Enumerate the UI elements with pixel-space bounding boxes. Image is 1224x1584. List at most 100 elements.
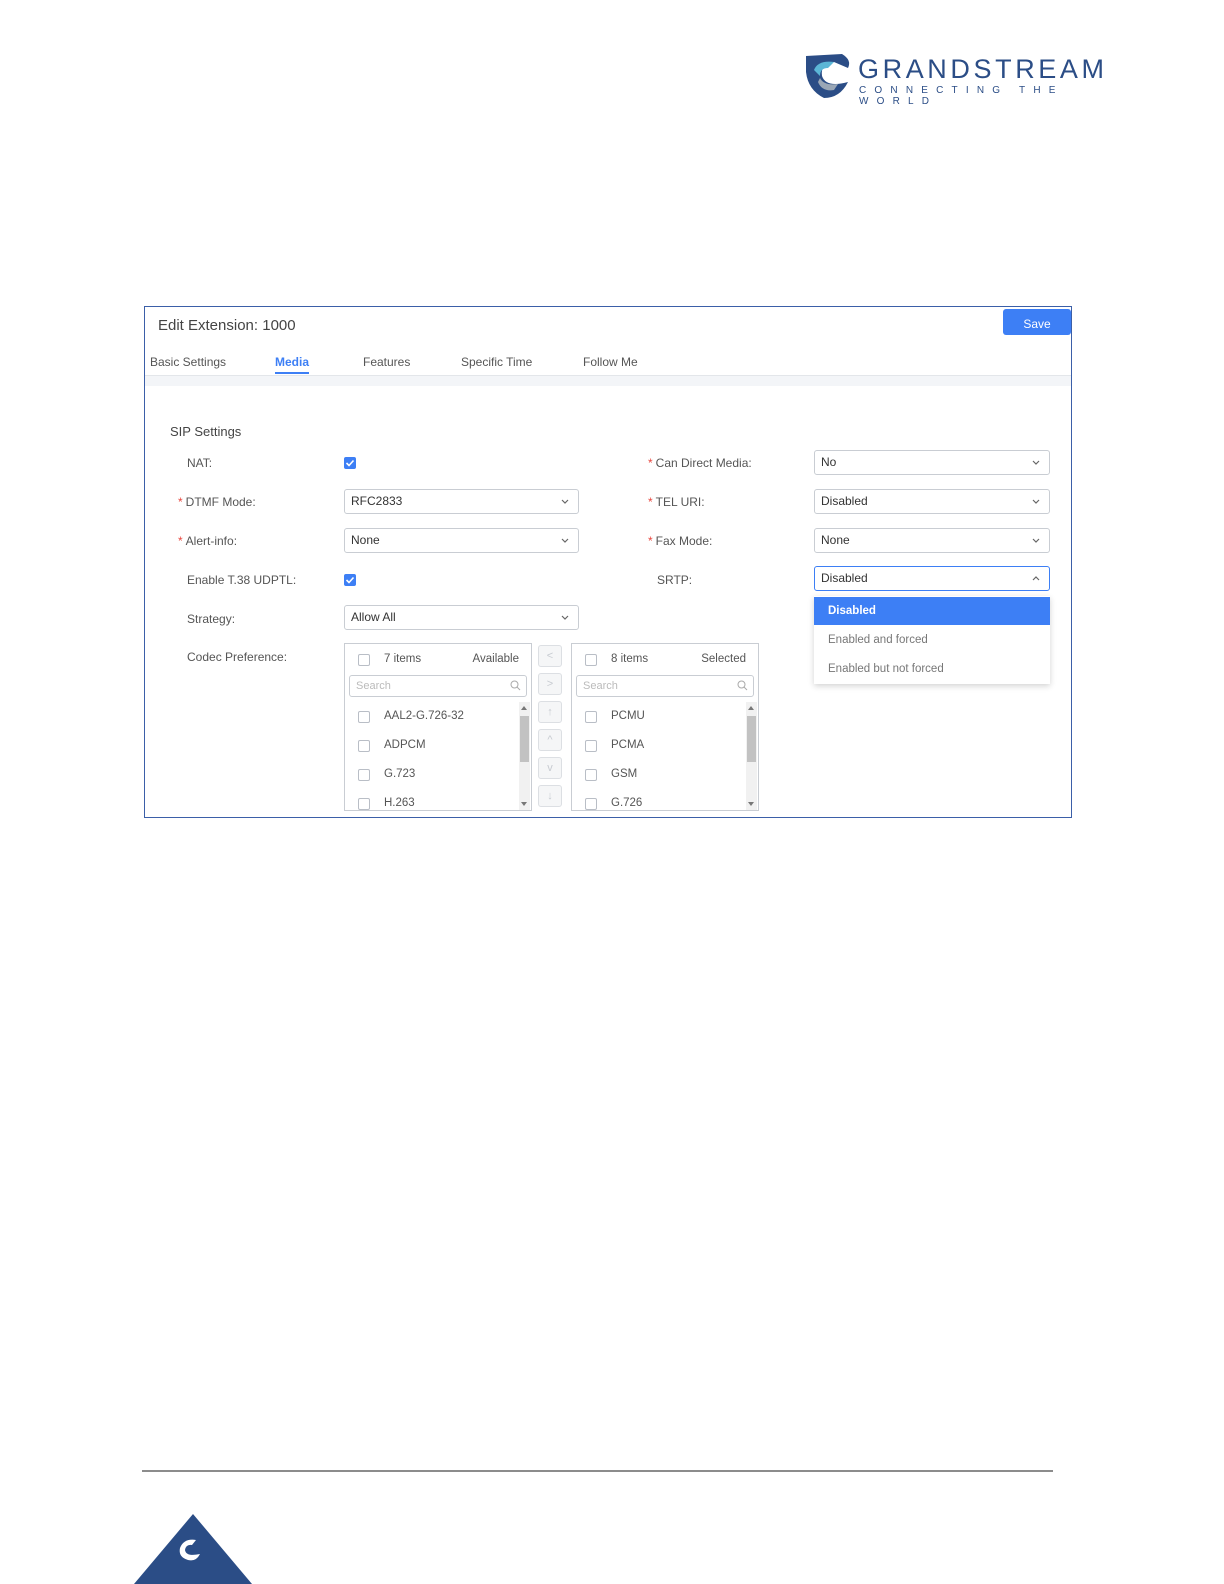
item-checkbox[interactable]: [358, 711, 370, 723]
list-item[interactable]: G.726: [572, 789, 744, 817]
item-checkbox[interactable]: [585, 711, 597, 723]
active-tab-indicator: [275, 372, 309, 374]
search-icon: [737, 680, 748, 691]
selected-codecs-list: 8 items Selected Search PCMU PCMA GSM G.…: [571, 643, 759, 811]
can-direct-media-select[interactable]: No: [814, 450, 1050, 475]
strategy-select[interactable]: Allow All: [344, 605, 579, 630]
alert-info-label: * Alert-info:: [178, 534, 237, 548]
scroll-up-icon[interactable]: [748, 706, 754, 710]
item-label: GSM: [611, 768, 638, 780]
can-direct-media-label: * Can Direct Media:: [648, 456, 752, 470]
srtp-select[interactable]: Disabled: [814, 566, 1050, 591]
list-item[interactable]: ADPCM: [345, 731, 517, 760]
required-marker: *: [648, 456, 653, 470]
tel-uri-value: Disabled: [821, 494, 868, 508]
fax-mode-label: * Fax Mode:: [648, 534, 712, 548]
alert-info-select[interactable]: None: [344, 528, 579, 553]
move-top-button[interactable]: ↑: [538, 701, 562, 723]
chevron-up-icon: [1032, 576, 1040, 581]
item-checkbox[interactable]: [358, 740, 370, 752]
divider-band: [145, 376, 1071, 386]
edit-extension-panel: Edit Extension: 1000 Save Basic Settings…: [144, 306, 1072, 818]
scroll-thumb[interactable]: [520, 716, 529, 762]
selected-search-placeholder: Search: [583, 680, 618, 692]
available-list-header: 7 items Available: [345, 644, 531, 672]
dtmf-mode-select[interactable]: RFC2833: [344, 489, 579, 514]
available-codecs-list: 7 items Available Search AAL2-G.726-32 A…: [344, 643, 532, 811]
srtp-dropdown-menu: Disabled Enabled and forced Enabled but …: [814, 596, 1050, 684]
selected-count: 8 items: [611, 653, 649, 665]
selected-select-all-checkbox[interactable]: [585, 654, 597, 666]
list-item[interactable]: GSM: [572, 760, 744, 789]
item-label: AAL2-G.726-32: [384, 710, 464, 722]
selected-title: Selected: [701, 653, 746, 665]
save-button[interactable]: Save: [1003, 309, 1071, 335]
selected-scrollbar[interactable]: [746, 702, 757, 810]
chevron-down-icon: [1032, 499, 1040, 504]
selected-search-input[interactable]: Search: [576, 675, 754, 697]
list-item[interactable]: AAL2-G.726-32: [345, 702, 517, 731]
tel-uri-label-text: TEL URI:: [655, 495, 705, 509]
item-label: ADPCM: [384, 739, 426, 751]
tel-uri-select[interactable]: Disabled: [814, 489, 1050, 514]
move-down-button[interactable]: v: [538, 757, 562, 779]
nat-label: NAT:: [187, 456, 213, 470]
srtp-label: SRTP:: [657, 573, 693, 587]
move-up-button[interactable]: ^: [538, 729, 562, 751]
list-item[interactable]: PCMA: [572, 731, 744, 760]
item-checkbox[interactable]: [358, 798, 370, 810]
chevron-down-icon: [561, 615, 569, 620]
required-marker: *: [178, 534, 183, 548]
available-search-input[interactable]: Search: [349, 675, 527, 697]
item-checkbox[interactable]: [585, 740, 597, 752]
available-search-placeholder: Search: [356, 680, 391, 692]
list-item[interactable]: G.723: [345, 760, 517, 789]
srtp-option-enabled-not-forced[interactable]: Enabled but not forced: [814, 655, 1050, 683]
move-right-button[interactable]: >: [538, 673, 562, 695]
scroll-down-icon[interactable]: [521, 802, 527, 806]
nat-checkbox[interactable]: [344, 457, 356, 469]
dtmf-mode-label: * DTMF Mode:: [178, 495, 256, 509]
can-direct-media-value: No: [821, 455, 837, 469]
tab-media[interactable]: Media: [275, 355, 309, 369]
tel-uri-label: * TEL URI:: [648, 495, 705, 509]
grandstream-footer-logo-icon: [134, 1514, 252, 1584]
srtp-option-enabled-forced[interactable]: Enabled and forced: [814, 626, 1050, 654]
chevron-down-icon: [1032, 460, 1040, 465]
item-label: H.263: [384, 797, 415, 809]
footer-divider: [142, 1470, 1053, 1472]
scroll-thumb[interactable]: [747, 716, 756, 762]
item-checkbox[interactable]: [358, 769, 370, 781]
page-title: Edit Extension: 1000: [158, 317, 296, 334]
tab-follow-me[interactable]: Follow Me: [583, 355, 638, 369]
tab-specific-time[interactable]: Specific Time: [461, 355, 532, 369]
required-marker: *: [648, 495, 653, 509]
brand-name: GRANDSTREAM: [858, 54, 1108, 84]
search-icon: [510, 680, 521, 691]
srtp-option-disabled[interactable]: Disabled: [814, 597, 1050, 625]
brand-tagline: CONNECTING THE WORLD: [859, 85, 1064, 107]
chevron-down-icon: [561, 538, 569, 543]
check-icon: [345, 459, 355, 467]
item-label: PCMU: [611, 710, 645, 722]
selected-list-header: 8 items Selected: [572, 644, 758, 672]
available-select-all-checkbox[interactable]: [358, 654, 370, 666]
alert-info-value: None: [351, 533, 380, 547]
scroll-down-icon[interactable]: [748, 802, 754, 806]
fax-mode-select[interactable]: None: [814, 528, 1050, 553]
move-bottom-button[interactable]: ↓: [538, 785, 562, 807]
tab-basic-settings[interactable]: Basic Settings: [150, 355, 226, 369]
t38-checkbox[interactable]: [344, 574, 356, 586]
item-checkbox[interactable]: [585, 798, 597, 810]
tab-features[interactable]: Features: [363, 355, 410, 369]
check-icon: [345, 576, 355, 584]
list-item[interactable]: PCMU: [572, 702, 744, 731]
required-marker: *: [178, 495, 183, 509]
move-left-button[interactable]: <: [538, 645, 562, 667]
item-checkbox[interactable]: [585, 769, 597, 781]
strategy-value: Allow All: [351, 610, 396, 624]
available-scrollbar[interactable]: [519, 702, 530, 810]
list-item[interactable]: H.263: [345, 789, 517, 817]
scroll-up-icon[interactable]: [521, 706, 527, 710]
available-title: Available: [472, 653, 519, 665]
